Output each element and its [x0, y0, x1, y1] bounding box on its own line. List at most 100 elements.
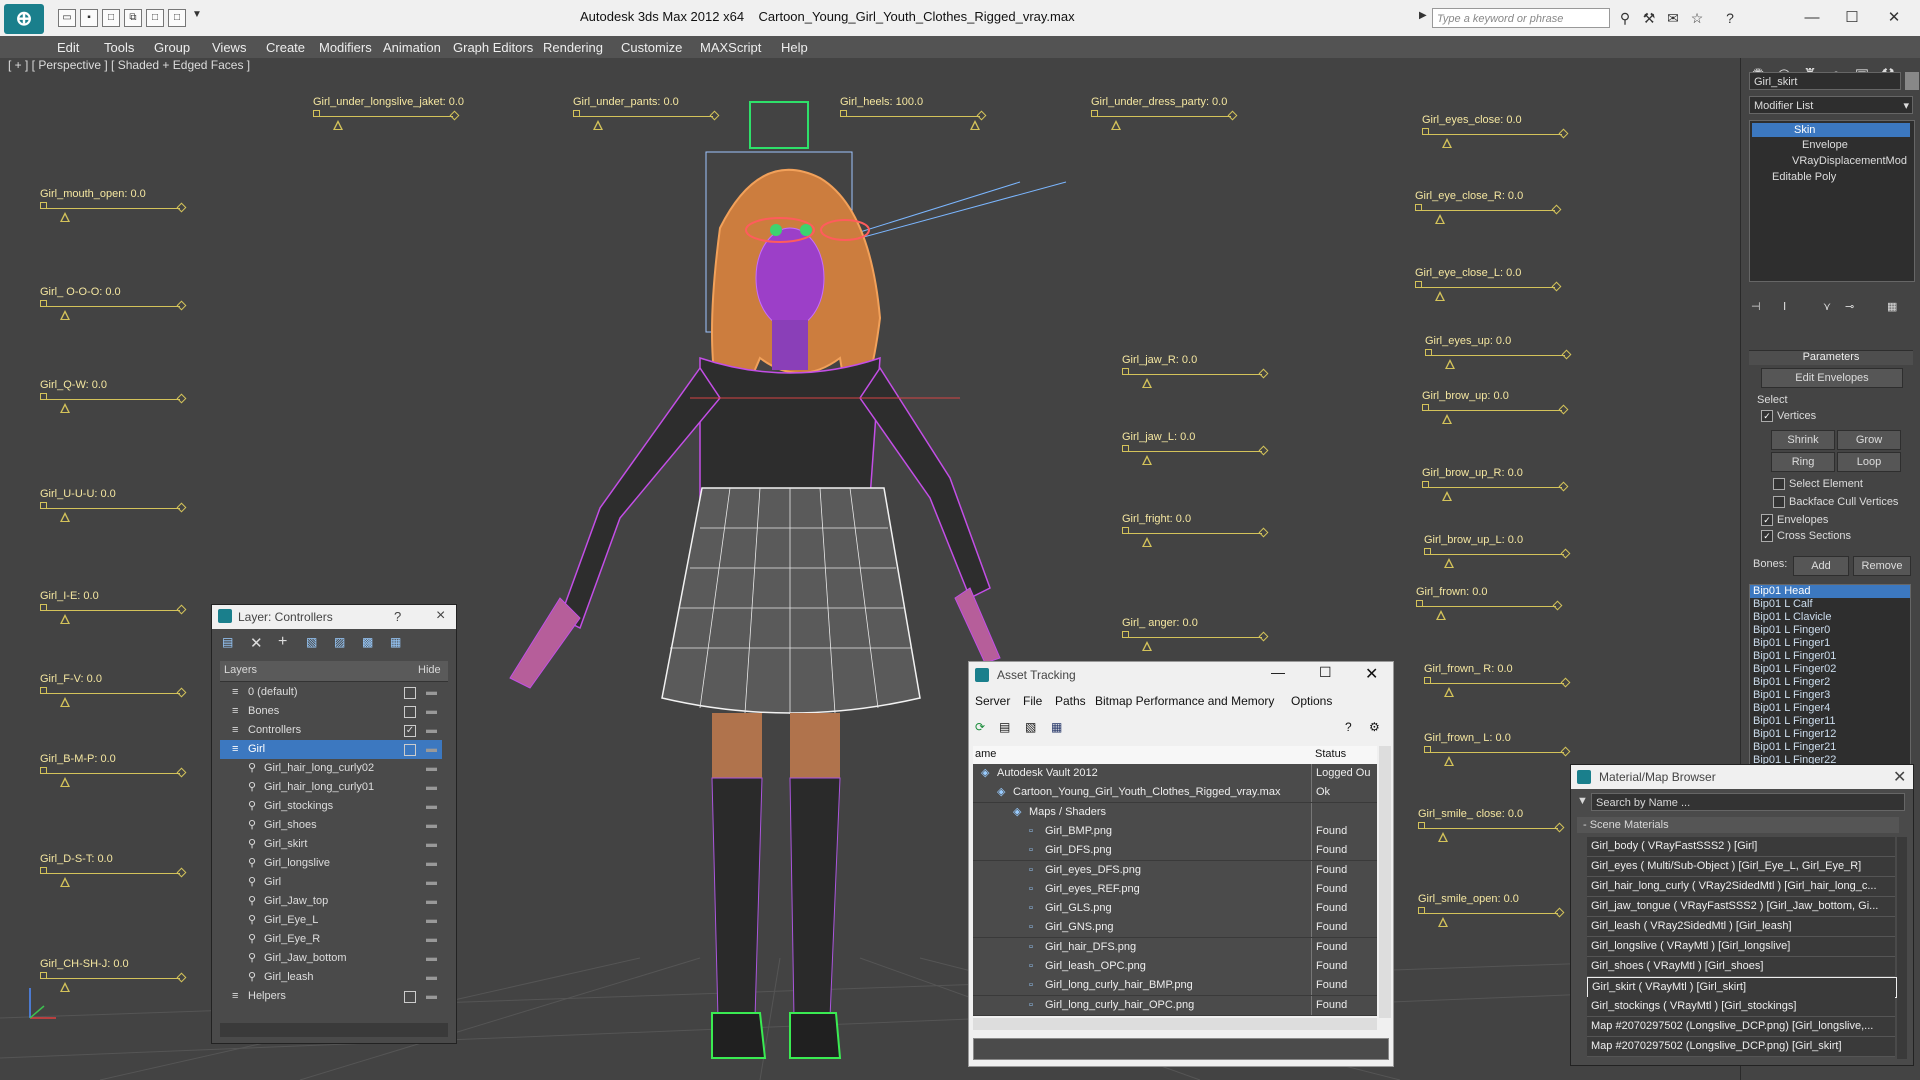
make-unique-icon[interactable]: ⋎ [1823, 300, 1831, 313]
hide-toggle-icon[interactable]: ▬ [426, 968, 437, 987]
layer-row[interactable]: ⚲ Girl_Jaw_top ▬ [220, 892, 442, 911]
layer-horizontal-scrollbar[interactable] [220, 1023, 448, 1037]
slider-end-handle[interactable] [1558, 404, 1569, 415]
select-element-checkbox[interactable] [1773, 478, 1785, 490]
layer-current-checkbox[interactable]: ✓ [404, 725, 416, 737]
slider-thumb[interactable] [1435, 291, 1445, 301]
slider-thumb[interactable] [1142, 455, 1152, 465]
hide-toggle-icon[interactable]: ▬ [426, 759, 437, 778]
material-row[interactable]: Girl_stockings ( VRayMtl ) [Girl_stockin… [1587, 997, 1895, 1017]
layers-column-header[interactable]: Layers [224, 664, 257, 676]
bone-list-item[interactable]: Bip01 L Calf [1750, 598, 1910, 611]
slider-thumb[interactable] [60, 877, 70, 887]
slider-end-handle[interactable] [1558, 481, 1569, 492]
menu-customize[interactable]: Customize [621, 40, 682, 55]
bone-list-item[interactable]: Bip01 L Finger4 [1750, 702, 1910, 715]
bone-list-item[interactable]: Bip01 L Finger3 [1750, 689, 1910, 702]
layer-row[interactable]: ≡ Bones ▬ [220, 702, 442, 721]
slider-end-handle[interactable] [176, 767, 187, 778]
slider-thumb[interactable] [1436, 610, 1446, 620]
hide-toggle-icon[interactable]: ▬ [426, 740, 437, 759]
grow-button[interactable]: Grow [1837, 430, 1901, 450]
slider-end-handle[interactable] [1554, 907, 1565, 918]
refresh-icon[interactable]: ⟳ [975, 720, 985, 734]
hide-all-icon[interactable]: ▩ [362, 635, 373, 649]
subscription-icon[interactable]: ⚒ [1641, 10, 1657, 26]
slider-end-handle[interactable] [976, 110, 987, 121]
asset-menu-file[interactable]: File [1023, 694, 1042, 708]
slider-thumb[interactable] [1142, 537, 1152, 547]
slider-end-handle[interactable] [709, 110, 720, 121]
shrink-button[interactable]: Shrink [1771, 430, 1835, 450]
menu-views[interactable]: Views [212, 40, 246, 55]
help-icon[interactable]: ? [1722, 10, 1738, 26]
slider-control[interactable]: Girl_U-U-U: 0.0 [40, 488, 190, 528]
edit-envelopes-button[interactable]: Edit Envelopes [1761, 368, 1903, 388]
bone-list-item[interactable]: Bip01 L Finger1 [1750, 637, 1910, 650]
layer-panel-titlebar[interactable]: Layer: Controllers ? × [212, 605, 456, 629]
bone-list-item[interactable]: Bip01 L Finger11 [1750, 715, 1910, 728]
asset-maximize-icon[interactable]: ☐ [1319, 664, 1332, 681]
material-row[interactable]: Girl_eyes ( Multi/Sub-Object ) [Girl_Eye… [1587, 857, 1895, 877]
slider-end-handle[interactable] [176, 687, 187, 698]
material-row[interactable]: Girl_jaw_tongue ( VRayFastSSS2 ) [Girl_J… [1587, 897, 1895, 917]
configure-sets-icon[interactable]: ▦ [1887, 300, 1897, 313]
slider-thumb[interactable] [1445, 359, 1455, 369]
bone-list-item[interactable]: Bip01 L Finger12 [1750, 728, 1910, 741]
slider-control[interactable]: Girl_eyes_close: 0.0 [1422, 114, 1572, 154]
slider-end-handle[interactable] [1258, 445, 1269, 456]
asset-row[interactable]: ▫ Girl_eyes_DFS.png Found [973, 860, 1377, 881]
hide-toggle-icon[interactable]: ▬ [426, 949, 437, 968]
favorites-icon[interactable]: ☆ [1689, 10, 1705, 26]
viewport-icon[interactable]: □ [168, 9, 186, 27]
layer-row[interactable]: ⚲ Girl_Jaw_bottom ▬ [220, 949, 442, 968]
pin-stack-icon[interactable]: ⊣ [1751, 300, 1761, 313]
material-row[interactable]: Girl_leash ( VRay2SidedMtl ) [Girl_leash… [1587, 917, 1895, 937]
asset-vertical-scrollbar[interactable] [1379, 746, 1391, 1018]
close-icon[interactable]: ✕ [1874, 6, 1914, 30]
asset-close-icon[interactable]: ✕ [1365, 664, 1378, 684]
menu-create[interactable]: Create [266, 40, 305, 55]
asset-row[interactable]: ▫ Girl_leash_OPC.png Found [973, 957, 1377, 977]
slider-control[interactable]: Girl_under_pants: 0.0 [573, 96, 723, 136]
slider-thumb[interactable] [1438, 832, 1448, 842]
material-search-input[interactable]: Search by Name ... [1591, 793, 1905, 811]
slider-end-handle[interactable] [176, 393, 187, 404]
slider-thumb[interactable] [1442, 138, 1452, 148]
asset-row[interactable]: ▫ Girl_GLS.png Found [973, 899, 1377, 920]
slider-thumb[interactable] [1444, 756, 1454, 766]
slider-control[interactable]: Girl_brow_up_L: 0.0 [1424, 534, 1574, 574]
slider-end-handle[interactable] [1554, 822, 1565, 833]
hide-toggle-icon[interactable]: ▬ [426, 702, 437, 721]
slider-control[interactable]: Girl_eyes_up: 0.0 [1425, 335, 1575, 375]
backface-cull-checkbox[interactable] [1773, 496, 1785, 508]
slider-thumb[interactable] [1142, 378, 1152, 388]
asset-row[interactable]: ◈ Cartoon_Young_Girl_Youth_Clothes_Rigged… [973, 783, 1377, 804]
communication-icon[interactable]: ✉ [1665, 10, 1681, 26]
open-file-icon[interactable]: ▭ [58, 9, 76, 27]
slider-control[interactable]: Girl_mouth_open: 0.0 [40, 188, 190, 228]
create-layer-icon[interactable]: ▤ [222, 635, 233, 649]
hide-toggle-icon[interactable]: ▬ [426, 778, 437, 797]
material-row[interactable]: Girl_longslive ( VRayMtl ) [Girl_longsli… [1587, 937, 1895, 957]
slider-control[interactable]: Girl_Q-W: 0.0 [40, 379, 190, 419]
menu-maxscript[interactable]: MAXScript [700, 40, 761, 55]
layer-row[interactable]: ⚲ Girl_Eye_L ▬ [220, 911, 442, 930]
slider-end-handle[interactable] [176, 502, 187, 513]
hide-toggle-icon[interactable]: ▬ [426, 721, 437, 740]
remove-bone-button[interactable]: Remove [1853, 556, 1911, 576]
slider-control[interactable]: Girl_I-E: 0.0 [40, 590, 190, 630]
quick-access-dropdown-icon[interactable]: ▼ [192, 9, 202, 20]
layer-current-checkbox[interactable] [404, 744, 416, 756]
slider-control[interactable]: Girl_under_dress_party: 0.0 [1091, 96, 1241, 136]
slider-end-handle[interactable] [1551, 281, 1562, 292]
asset-row[interactable]: ◈ Autodesk Vault 2012 Logged Ou [973, 764, 1377, 784]
bone-list-item[interactable]: Bip01 L Finger0 [1750, 624, 1910, 637]
window-icon[interactable]: □ [146, 9, 164, 27]
stack-item-editable-poly[interactable]: Editable Poly [1772, 171, 1836, 183]
slider-control[interactable]: Girl_F-V: 0.0 [40, 673, 190, 713]
hide-toggle-icon[interactable]: ▬ [426, 930, 437, 949]
slider-control[interactable]: Girl_frown_ R: 0.0 [1424, 663, 1574, 703]
stack-item-envelope[interactable]: Envelope [1802, 139, 1848, 151]
thumbnail-view-icon[interactable]: ▧ [1025, 720, 1036, 734]
